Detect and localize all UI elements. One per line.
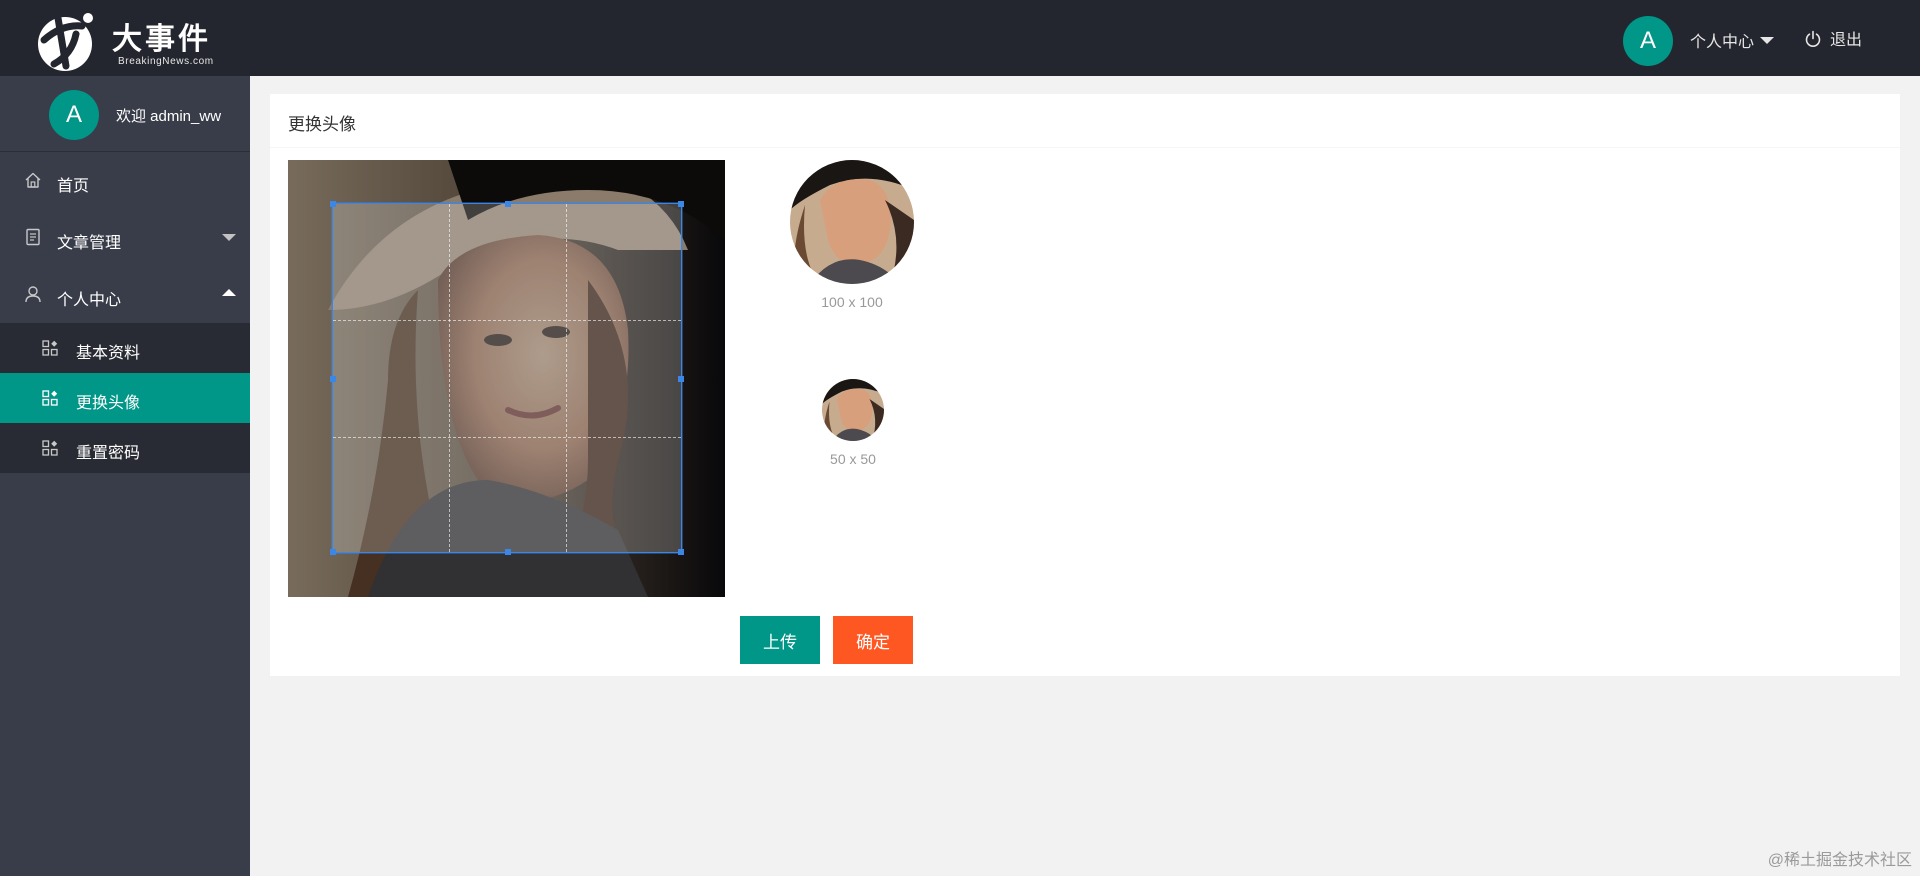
change-avatar-card: 更换头像 100 x 100 50 x 50 上传 确定 — [270, 94, 1900, 676]
crop-handle[interactable] — [505, 549, 511, 555]
crop-handle[interactable] — [505, 201, 511, 207]
preview-small-caption: 50 x 50 — [830, 451, 876, 467]
page-title: 更换头像 — [288, 115, 356, 134]
sidebar-item-change-avatar[interactable]: 更换头像 — [0, 373, 250, 423]
logo-text: 大事件 — [112, 22, 211, 57]
avatar: A — [49, 90, 99, 140]
sidebar-item-user-center[interactable]: 个人中心 — [0, 266, 250, 323]
preview-large: 100 x 100 — [789, 160, 915, 310]
upload-button[interactable]: 上传 — [740, 616, 820, 664]
crop-handle[interactable] — [330, 549, 336, 555]
crop-guide-line — [333, 320, 681, 321]
logo: 大事件 BreakingNews.com — [30, 0, 230, 76]
logout-button[interactable]: 退出 — [1804, 26, 1862, 50]
sidebar-subitem-label: 更换头像 — [76, 395, 141, 412]
user-center-submenu: 基本资料 更换头像 重置密码 — [0, 323, 250, 473]
sidebar-subitem-label: 重置密码 — [76, 445, 141, 462]
crop-highlight — [333, 204, 681, 552]
power-icon — [1805, 30, 1821, 47]
confirm-button[interactable]: 确定 — [833, 616, 913, 664]
chevron-down-icon — [222, 234, 236, 241]
avatar-preview-small — [822, 379, 884, 441]
main-content: 更换头像 100 x 100 50 x 50 上传 确定 — [250, 76, 1920, 876]
sidebar-item-label: 首页 — [57, 178, 90, 195]
sidebar-subitem-label: 基本资料 — [76, 345, 141, 362]
portrait-thumb — [790, 160, 914, 284]
user-icon — [25, 286, 41, 303]
sidebar-nav: 首页 文章管理 个人中心 基本资料 更换头像 重置密码 — [0, 152, 250, 473]
crop-guide-line — [333, 437, 681, 438]
sidebar-item-basic-info[interactable]: 基本资料 — [0, 323, 250, 373]
user-center-menu[interactable]: 个人中心 — [1690, 28, 1775, 52]
sidebar-item-label: 文章管理 — [57, 235, 122, 252]
watermark: @稀土掘金技术社区 — [1767, 852, 1912, 869]
top-header: 大事件 BreakingNews.com A 个人中心 退出 — [0, 0, 1920, 76]
crop-handle[interactable] — [678, 376, 684, 382]
preview-small: 50 x 50 — [822, 379, 884, 467]
sidebar-user-info: A 欢迎 admin_ww — [0, 76, 250, 152]
crop-guide-line — [566, 204, 567, 552]
crop-handle[interactable] — [678, 549, 684, 555]
user-center-label: 个人中心 — [1690, 34, 1755, 51]
grid-icon — [42, 440, 58, 456]
sidebar-item-label: 个人中心 — [57, 292, 122, 309]
card-header: 更换头像 — [270, 94, 1900, 148]
sidebar-item-home[interactable]: 首页 — [0, 152, 250, 209]
crop-handle[interactable] — [678, 201, 684, 207]
portrait-thumb — [822, 379, 884, 441]
logo-mark-icon — [38, 13, 93, 71]
logout-label: 退出 — [1830, 32, 1863, 49]
crop-selection-box[interactable] — [330, 201, 684, 555]
home-icon — [25, 172, 41, 188]
sidebar-item-articles[interactable]: 文章管理 — [0, 209, 250, 266]
grid-icon — [42, 340, 58, 356]
sidebar: A 欢迎 admin_ww 首页 文章管理 个人中心 基本资料 更换头像 重置密… — [0, 76, 250, 876]
crop-handle[interactable] — [330, 376, 336, 382]
welcome-text: 欢迎 admin_ww — [116, 108, 222, 125]
chevron-down-icon — [1760, 37, 1775, 44]
document-icon — [26, 228, 40, 246]
image-cropper[interactable] — [288, 160, 725, 597]
sidebar-item-reset-password[interactable]: 重置密码 — [0, 423, 250, 473]
crop-handle[interactable] — [330, 201, 336, 207]
crop-guide-line — [449, 204, 450, 552]
chevron-up-icon — [222, 289, 236, 296]
logo-subtext: BreakingNews.com — [118, 56, 214, 67]
avatar-preview-large — [790, 160, 914, 284]
header-avatar[interactable]: A — [1623, 16, 1673, 66]
preview-large-caption: 100 x 100 — [821, 294, 883, 310]
grid-icon — [42, 390, 58, 406]
